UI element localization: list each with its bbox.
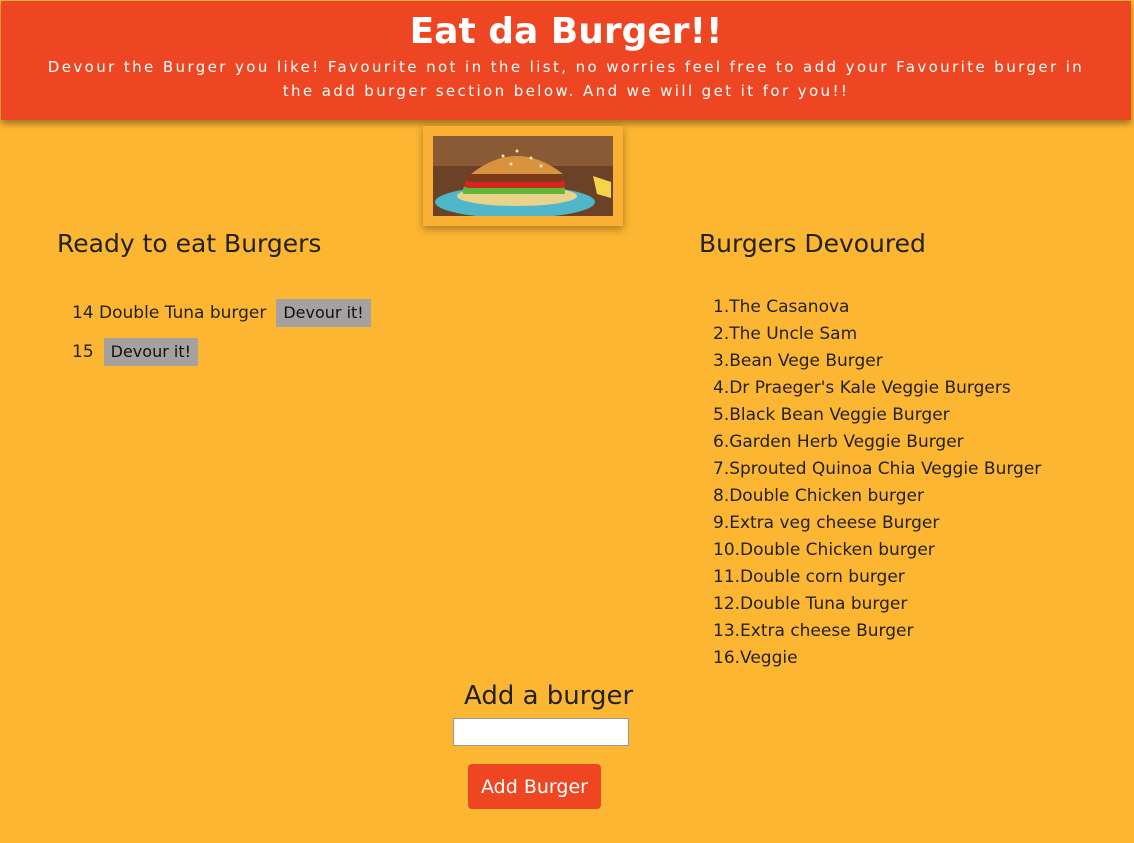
burger-photo [433, 136, 613, 216]
devoured-burger-item: 3.Bean Vege Burger [713, 351, 883, 371]
burger-name-input[interactable] [453, 718, 629, 746]
devoured-burger-item: 11.Double corn burger [713, 567, 905, 587]
add-burger-title: Add a burger [464, 681, 634, 711]
devoured-burger-list: 1.The Casanova 2.The Uncle Sam 3.Bean Vege… [713, 294, 1041, 672]
devour-button[interactable]: Devour it! [276, 299, 371, 327]
burger-image-frame [423, 126, 623, 226]
devoured-burger-item: 2.The Uncle Sam [713, 324, 858, 344]
ready-burger-label: 15 [72, 342, 94, 362]
devoured-burger-item: 12.Double Tuna burger [713, 594, 908, 614]
devoured-burger-item: 5.Black Bean Veggie Burger [713, 405, 950, 425]
devoured-burger-item: 6.Garden Herb Veggie Burger [713, 432, 964, 452]
page-title: Eat da Burger!! [409, 11, 723, 52]
devoured-burger-item: 7.Sprouted Quinoa Chia Veggie Burger [713, 459, 1042, 479]
burger-illustration [433, 136, 613, 216]
devoured-burger-item: 1.The Casanova [713, 297, 850, 317]
ready-burger-list: 14 Double Tuna burger Devour it! 15 Devour … [72, 299, 371, 377]
devoured-burger-item: 9.Extra veg cheese Burger [713, 513, 940, 533]
add-burger-button[interactable]: Add Burger [468, 764, 601, 809]
devoured-burger-item: 4.Dr Praeger's Kale Veggie Burgers [713, 378, 1011, 398]
devoured-burger-item: 8.Double Chicken burger [713, 486, 924, 506]
devour-button[interactable]: Devour it! [103, 338, 198, 366]
ready-burger-label: 14 Double Tuna burger [72, 303, 267, 323]
ready-burger-item: 15 Devour it! [72, 338, 371, 366]
devoured-section-title: Burgers Devoured [699, 229, 926, 258]
devoured-burger-item: 16.Veggie [713, 648, 798, 668]
page-header: Eat da Burger!! Devour the Burger you li… [1, 1, 1131, 120]
devoured-burger-item: 13.Extra cheese Burger [713, 621, 914, 641]
ready-section-title: Ready to eat Burgers [57, 229, 322, 258]
page-subtitle: Devour the Burger you like! Favourite no… [47, 58, 1085, 100]
devoured-burger-item: 10.Double Chicken burger [713, 540, 935, 560]
ready-burger-item: 14 Double Tuna burger Devour it! [72, 299, 371, 327]
